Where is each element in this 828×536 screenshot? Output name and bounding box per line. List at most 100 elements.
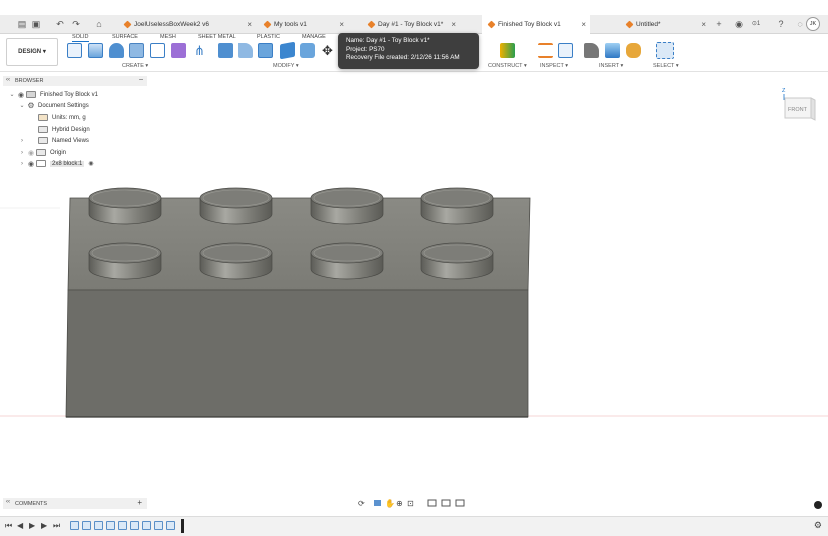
gear-icon[interactable]: ⚙: [814, 520, 822, 531]
redo-icon[interactable]: ↷: [70, 18, 82, 30]
timeline-extrude-feature[interactable]: [154, 521, 163, 530]
file-menu-icon[interactable]: ▤: [16, 18, 28, 30]
stud[interactable]: [420, 242, 494, 280]
look-at-icon[interactable]: [374, 500, 381, 506]
measure-icon[interactable]: [538, 43, 553, 58]
pattern-icon[interactable]: ⋔: [192, 43, 207, 58]
close-tab-icon[interactable]: ×: [339, 20, 344, 29]
user-avatar[interactable]: JK: [806, 17, 820, 31]
document-icon: [123, 20, 132, 29]
close-tab-icon[interactable]: ×: [701, 20, 706, 29]
extrude-icon[interactable]: [109, 43, 124, 58]
notifications-bell-icon[interactable]: ◌: [794, 18, 806, 30]
fit-icon[interactable]: ⊡: [407, 499, 414, 508]
stud[interactable]: [88, 187, 162, 225]
fillet-icon[interactable]: [238, 43, 253, 58]
document-info-tooltip: Name: Day #1 - Toy Block v1* Project: PS…: [338, 33, 479, 69]
close-tab-icon[interactable]: ×: [247, 20, 252, 29]
stud[interactable]: [199, 187, 273, 225]
go-to-start-icon[interactable]: ⏮: [5, 521, 12, 531]
tab-joeluselessboxweek2[interactable]: JoelUselessBoxWeek2 v6 ×: [118, 15, 256, 34]
section-analysis-icon[interactable]: [558, 43, 573, 58]
save-icon[interactable]: ▣: [30, 18, 42, 30]
job-status-icon[interactable]: ◉: [733, 18, 745, 30]
tab-my-tools[interactable]: My tools v1 ×: [258, 15, 348, 34]
combine-icon[interactable]: [280, 41, 295, 60]
workspace-switcher-button[interactable]: DESIGN ▾: [6, 38, 58, 66]
viewports-icon[interactable]: [455, 499, 465, 507]
inspect-group-label[interactable]: INSPECT ▾: [540, 63, 568, 69]
block-front-face[interactable]: [65, 289, 529, 418]
select-group-label[interactable]: SELECT ▾: [653, 63, 679, 69]
tab-day1-toy-block[interactable]: Day #1 - Toy Block v1* ×: [362, 15, 460, 34]
pan-icon[interactable]: ✋: [385, 498, 395, 508]
insert-group-label[interactable]: INSERT ▾: [599, 63, 623, 69]
document-tab-bar: ▤ ▣ ↶ ↷ ⌂ JoelUselessBoxWeek2 v6 × My to…: [0, 15, 828, 34]
select-icon[interactable]: [656, 42, 674, 59]
timeline-extrude-feature[interactable]: [82, 521, 91, 530]
revolve-icon[interactable]: [129, 43, 144, 58]
tab-manage[interactable]: MANAGE: [302, 34, 326, 40]
stud[interactable]: [199, 242, 273, 280]
play-icon[interactable]: ▶: [29, 521, 35, 530]
timeline-sketch-feature[interactable]: [118, 521, 127, 530]
timeline-fillet-feature[interactable]: [166, 521, 175, 530]
tab-untitled[interactable]: Untitled* ×: [620, 15, 710, 34]
form-icon[interactable]: [171, 43, 186, 58]
document-icon: [263, 20, 272, 29]
stud[interactable]: [310, 242, 384, 280]
add-comment-icon[interactable]: +: [137, 498, 142, 507]
go-to-end-icon[interactable]: ⏭: [53, 521, 60, 531]
shell-icon[interactable]: [258, 43, 273, 58]
timeline-marker[interactable]: [181, 519, 184, 533]
zoom-icon[interactable]: ⊕: [396, 499, 403, 508]
create-group-label[interactable]: CREATE ▾: [122, 63, 148, 69]
notifications-icon[interactable]: ⊙1: [750, 18, 762, 30]
step-forward-icon[interactable]: ▶: [41, 521, 47, 530]
canvas-viewport[interactable]: [0, 72, 828, 498]
new-component-icon[interactable]: [67, 43, 82, 58]
navigation-bar: ⟳ ✋ ⊕ ⊡: [356, 498, 472, 508]
step-back-icon[interactable]: ◀: [17, 521, 23, 530]
modify-group-label[interactable]: MODIFY ▾: [273, 63, 299, 69]
home-icon[interactable]: ⌂: [93, 18, 105, 30]
timeline-extrude-feature[interactable]: [106, 521, 115, 530]
tab-finished-toy-block[interactable]: Finished Toy Block v1 ×: [482, 15, 590, 34]
insert-mcmaster-icon[interactable]: [626, 43, 641, 58]
help-icon[interactable]: ?: [775, 18, 787, 30]
comments-panel: ‹‹ COMMENTS +: [3, 498, 147, 509]
offset-plane-icon[interactable]: [500, 43, 515, 58]
undo-icon[interactable]: ↶: [54, 18, 66, 30]
tab-plastic[interactable]: PLASTIC: [257, 34, 280, 40]
tab-sheet-metal[interactable]: SHEET METAL: [198, 34, 236, 40]
view-cube[interactable]: Z FRONT: [782, 86, 822, 124]
timeline-sketch-feature[interactable]: [94, 521, 103, 530]
grid-settings-icon[interactable]: [441, 499, 451, 507]
insert-canvas-icon[interactable]: [605, 43, 620, 58]
collapse-icon[interactable]: ‹‹: [6, 499, 10, 505]
insert-derive-icon[interactable]: [584, 43, 599, 58]
timeline-sketch-feature[interactable]: [142, 521, 151, 530]
stud[interactable]: [310, 187, 384, 225]
new-tab-icon[interactable]: +: [713, 18, 725, 30]
press-pull-icon[interactable]: [218, 43, 233, 58]
move-icon[interactable]: ✥: [320, 43, 335, 58]
orbit-icon[interactable]: ⟳: [358, 499, 365, 508]
timeline-pattern-feature[interactable]: [130, 521, 139, 530]
rectangle-icon[interactable]: [150, 43, 165, 58]
close-tab-icon[interactable]: ×: [451, 20, 456, 29]
display-settings-icon[interactable]: [427, 499, 437, 507]
construct-group-label[interactable]: CONSTRUCT ▾: [488, 63, 527, 69]
create-sketch-icon[interactable]: [88, 43, 103, 58]
tab-solid[interactable]: SOLID: [72, 34, 89, 42]
close-tab-icon[interactable]: ×: [581, 20, 586, 29]
chat-icon[interactable]: [814, 501, 822, 509]
viewcube-front-label: FRONT: [788, 107, 808, 113]
tab-surface[interactable]: SURFACE: [112, 34, 138, 40]
stud[interactable]: [88, 242, 162, 280]
scale-icon[interactable]: [300, 43, 315, 58]
stud[interactable]: [420, 187, 494, 225]
timeline-sketch-feature[interactable]: [70, 521, 79, 530]
document-icon: [487, 20, 496, 29]
tab-mesh[interactable]: MESH: [160, 34, 176, 40]
